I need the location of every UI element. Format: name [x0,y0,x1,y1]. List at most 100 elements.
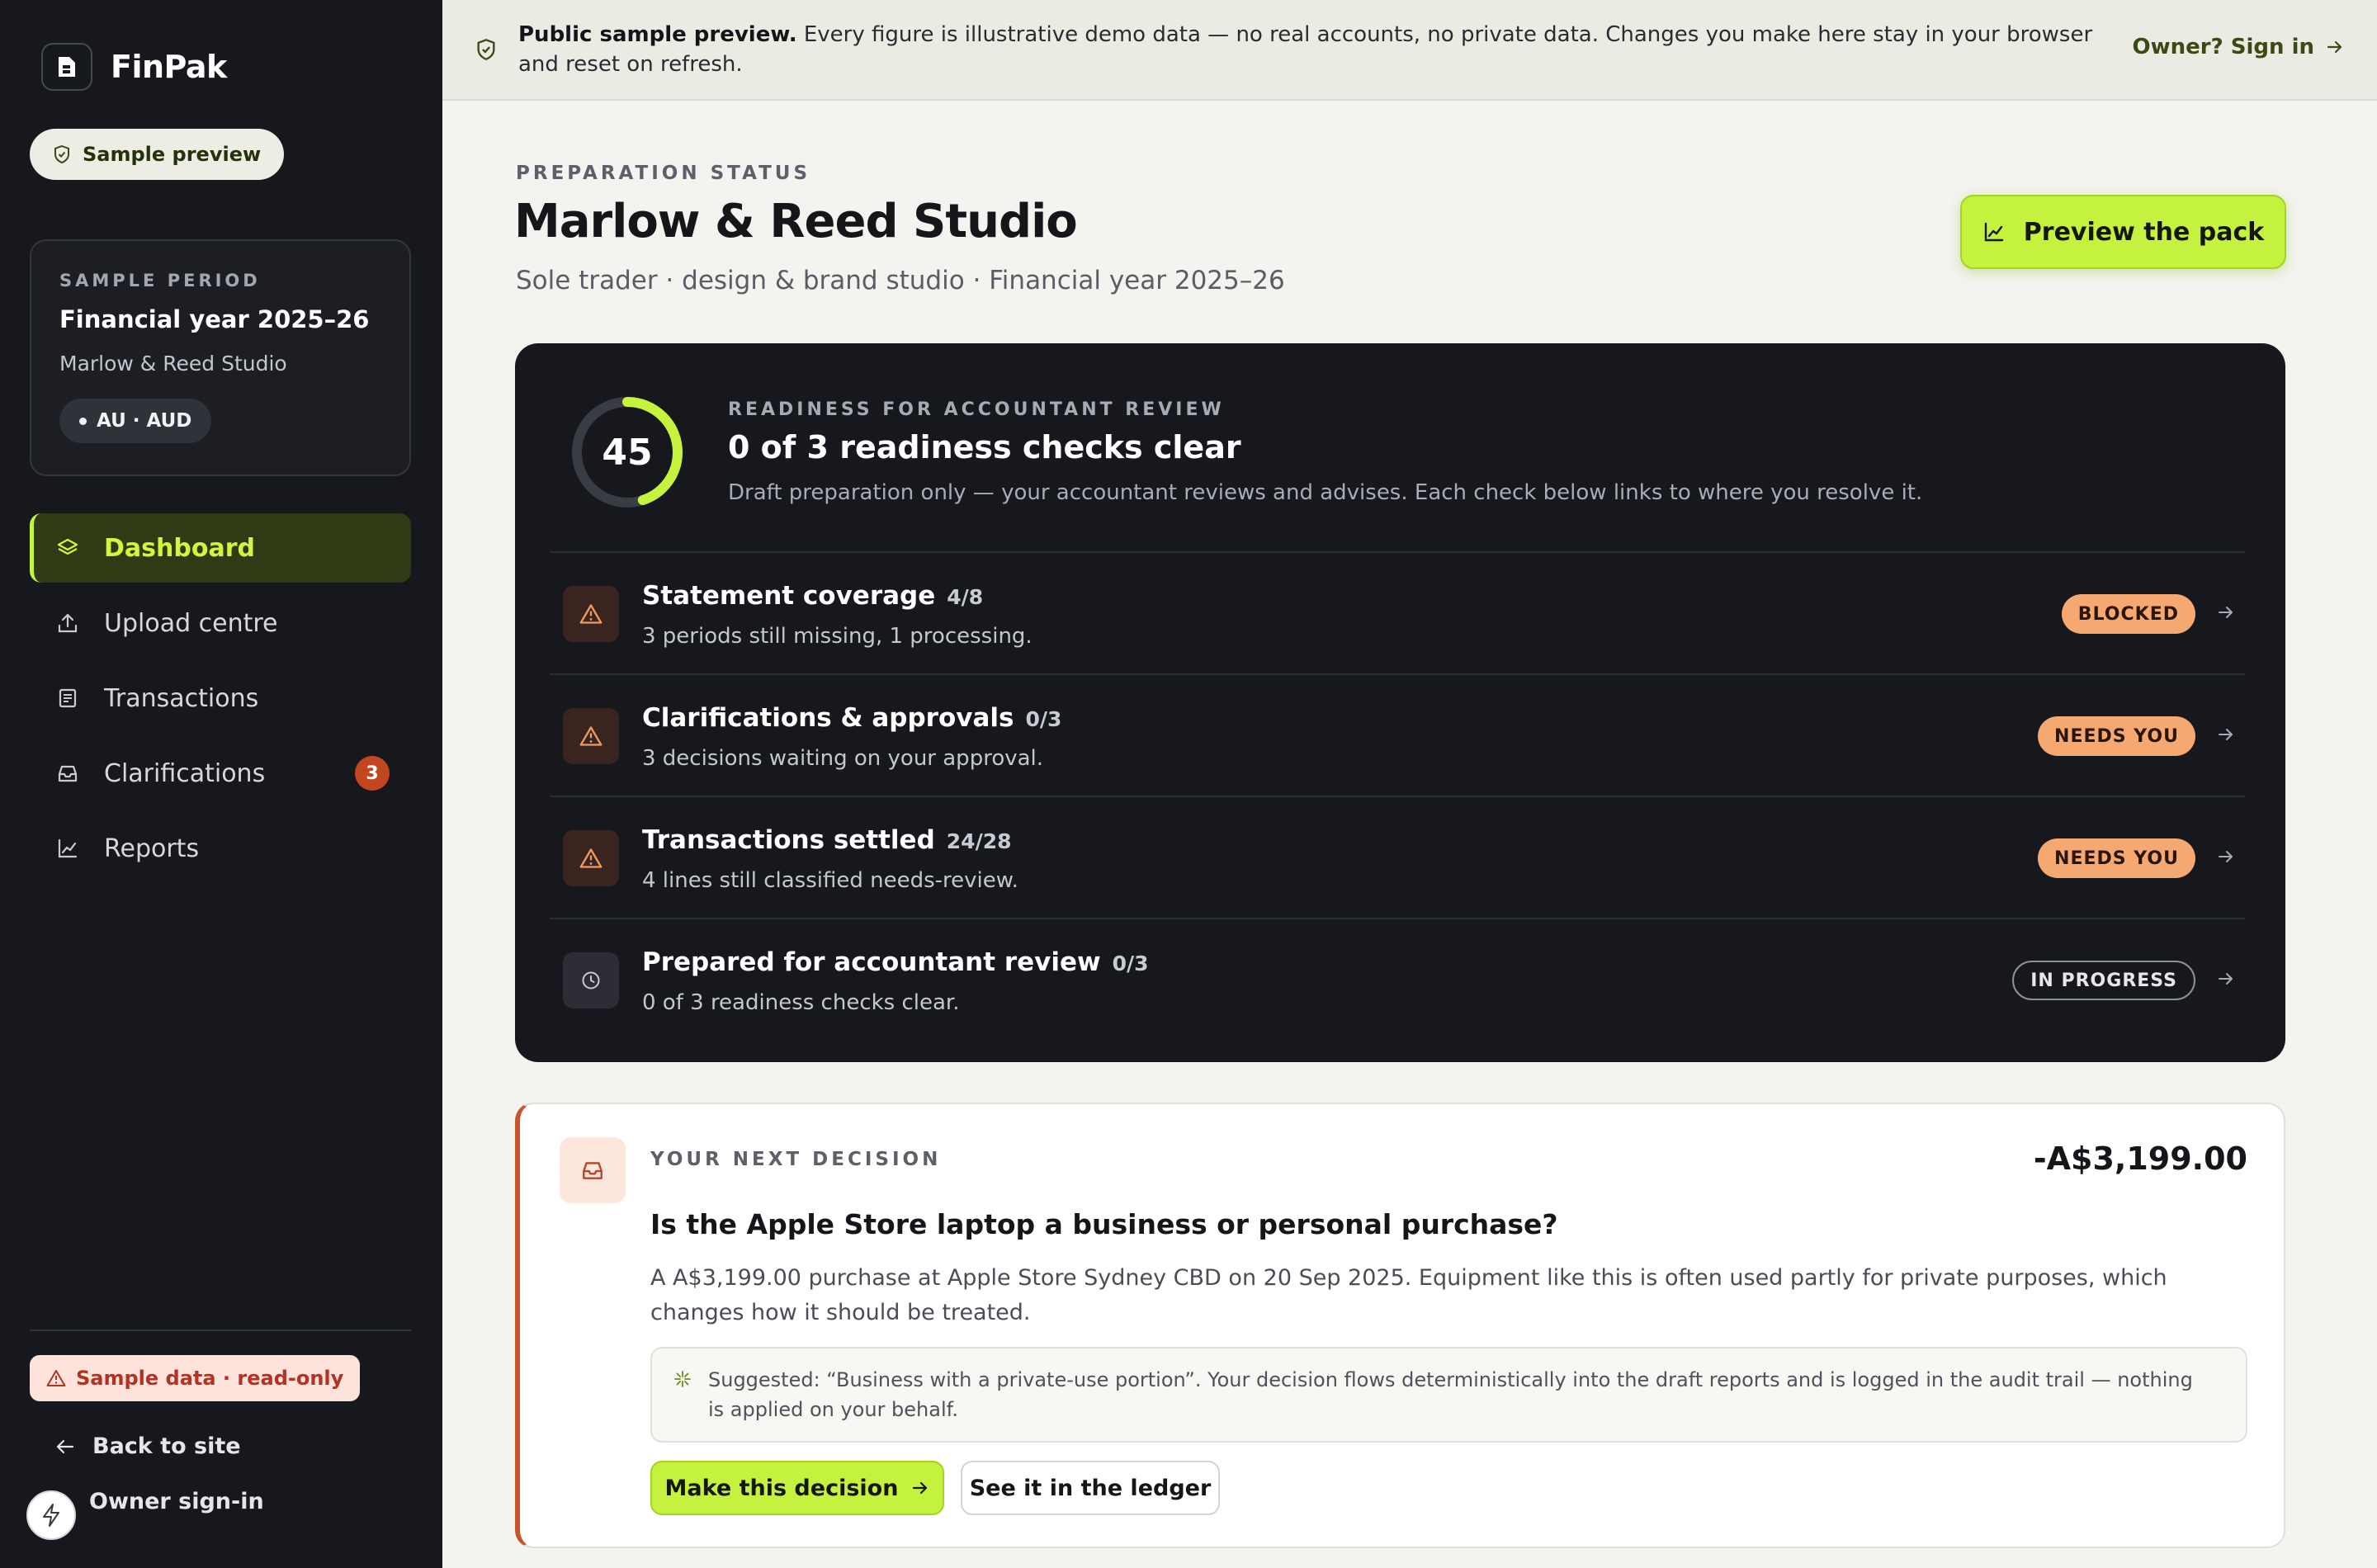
chart-icon [54,835,81,862]
inbox-icon [560,1137,626,1203]
preview-pack-button[interactable]: Preview the pack [1960,195,2286,269]
clarifications-count-badge: 3 [355,756,390,791]
make-decision-button[interactable]: Make this decision [650,1461,944,1515]
check-title-text: Transactions settled [642,825,935,855]
check-count: 24/28 [946,829,1012,853]
readiness-title: 0 of 3 readiness checks clear [728,429,1241,465]
period-card: SAMPLE PERIOD Financial year 2025–26 Mar… [30,239,411,476]
arrow-right-icon[interactable] [2217,847,2235,867]
warning-icon [563,830,619,886]
status-badge: NEEDS YOU [2038,716,2195,756]
status-badge: NEEDS YOU [2038,838,2195,878]
period-eyebrow: SAMPLE PERIOD [59,271,261,290]
banner-message: Public sample preview. Every figure is i… [518,20,2136,79]
check-description: 3 decisions waiting on your approval. [642,746,1044,771]
arrow-right-icon[interactable] [2217,725,2235,744]
readonly-label: Sample data · read-only [76,1367,344,1390]
readiness-score: 45 [602,431,653,474]
check-description: 0 of 3 readiness checks clear. [642,990,960,1015]
warning-icon [563,708,619,764]
sidebar-divider [30,1329,411,1331]
readiness-eyebrow: READINESS FOR ACCOUNTANT REVIEW [728,399,1225,420]
check-title: Transactions settled 24/28 [642,825,1012,855]
region-chip: AU · AUD [59,399,212,443]
arrow-right-icon [2327,40,2342,54]
inbox-icon [54,760,81,786]
check-row-statement-coverage[interactable]: Statement coverage 4/8 3 periods still mi… [550,551,2245,673]
sidebar-nav: Dashboard Upload centre Transactions Cla… [30,513,411,889]
sample-preview-banner: Public sample preview. Every figure is i… [442,0,2377,101]
sidebar-item-label: Dashboard [104,533,255,563]
finpak-logo-icon [41,43,92,91]
owner-sign-in-banner-link[interactable]: Owner? Sign in [2133,35,2344,59]
sidebar-item-label: Transactions [104,683,259,713]
decision-eyebrow: YOUR NEXT DECISION [650,1149,942,1170]
sidebar-item-label: Upload centre [104,608,278,638]
check-title: Clarifications & approvals 0/3 [642,703,1061,733]
owner-sign-in-label: Owner sign-in [89,1489,264,1514]
banner-signin-label: Owner? Sign in [2132,35,2314,59]
sample-preview-pill: Sample preview [30,129,285,180]
sidebar-item-dashboard[interactable]: Dashboard [30,513,411,583]
region-label: AU · AUD [97,410,192,432]
page-eyebrow: PREPARATION STATUS [516,163,811,184]
check-description: 4 lines still classified needs-review. [642,868,1018,893]
upload-icon [54,610,81,636]
quick-action-button[interactable] [26,1490,76,1540]
readiness-subtitle: Draft preparation only — your accountant… [728,480,1923,505]
check-description: 3 periods still missing, 1 processing. [642,624,1033,649]
check-title: Statement coverage 4/8 [642,581,983,611]
check-title: Prepared for accountant review 0/3 [642,947,1149,977]
check-title-text: Clarifications & approvals [642,703,1014,733]
see-in-ledger-label: See it in the ledger [969,1475,1212,1501]
shield-check-icon [477,39,495,60]
clock-icon [563,952,619,1008]
app-name: FinPak [111,49,227,85]
sparkle-icon [674,1371,691,1387]
sidebar-item-label: Reports [104,834,200,863]
layers-icon [54,535,81,561]
check-row-clarifications[interactable]: Clarifications & approvals 0/3 3 decision… [550,673,2245,796]
banner-strong: Public sample preview. [518,22,797,47]
check-row-accountant-review[interactable]: Prepared for accountant review 0/3 0 of 3… [550,918,2245,1040]
back-to-site-label: Back to site [92,1433,241,1459]
check-count: 4/8 [947,585,984,609]
next-decision-card: YOUR NEXT DECISION -A$3,199.00 Is the Ap… [515,1103,2285,1548]
arrow-left-icon [56,1439,74,1453]
decision-amount: -A$3,199.00 [2033,1141,2247,1177]
back-to-site-link[interactable]: Back to site [54,1433,241,1459]
check-count: 0/3 [1025,707,1062,731]
period-client: Marlow & Reed Studio [59,352,287,375]
arrow-right-icon[interactable] [2217,602,2235,622]
decision-question: Is the Apple Store laptop a business or … [650,1208,1558,1240]
shield-check-icon [54,144,69,164]
preview-pack-label: Preview the pack [2023,217,2265,247]
status-badge: BLOCKED [2061,594,2195,634]
arrow-right-icon [913,1481,928,1495]
page-title: Marlow & Reed Studio [514,195,1078,248]
sidebar-item-upload-centre[interactable]: Upload centre [30,588,411,658]
readiness-checks-list: Statement coverage 4/8 3 periods still mi… [550,551,2245,1040]
period-title: Financial year 2025–26 [59,305,370,333]
readonly-pill: Sample data · read-only [30,1355,361,1401]
status-badge: IN PROGRESS [2012,961,2195,1000]
sidebar-item-clarifications[interactable]: Clarifications 3 [30,739,411,808]
page-subtitle: Sole trader · design & brand studio · Fi… [516,266,1285,295]
check-row-transactions-settled[interactable]: Transactions settled 24/28 4 lines still … [550,796,2245,918]
see-in-ledger-button[interactable]: See it in the ledger [961,1461,1220,1515]
chart-icon [1984,222,2003,242]
check-title-text: Statement coverage [642,581,936,611]
check-count: 0/3 [1112,952,1149,975]
sample-preview-label: Sample preview [83,143,262,166]
sidebar-item-transactions[interactable]: Transactions [30,664,411,733]
app-logo[interactable]: FinPak [41,43,227,91]
receipt-icon [54,685,81,711]
sidebar-item-reports[interactable]: Reports [30,814,411,883]
suggestion-text: Suggested: “Business with a private-use … [708,1368,2193,1421]
warning-icon [563,586,619,642]
readiness-card: 45 READINESS FOR ACCOUNTANT REVIEW 0 of … [515,343,2285,1062]
sidebar: FinPak Sample preview SAMPLE PERIOD Fina… [0,0,442,1568]
owner-sign-in-link[interactable]: Owner sign-in [89,1489,264,1514]
lightning-bolt-icon [43,1504,59,1527]
arrow-right-icon[interactable] [2217,969,2235,989]
